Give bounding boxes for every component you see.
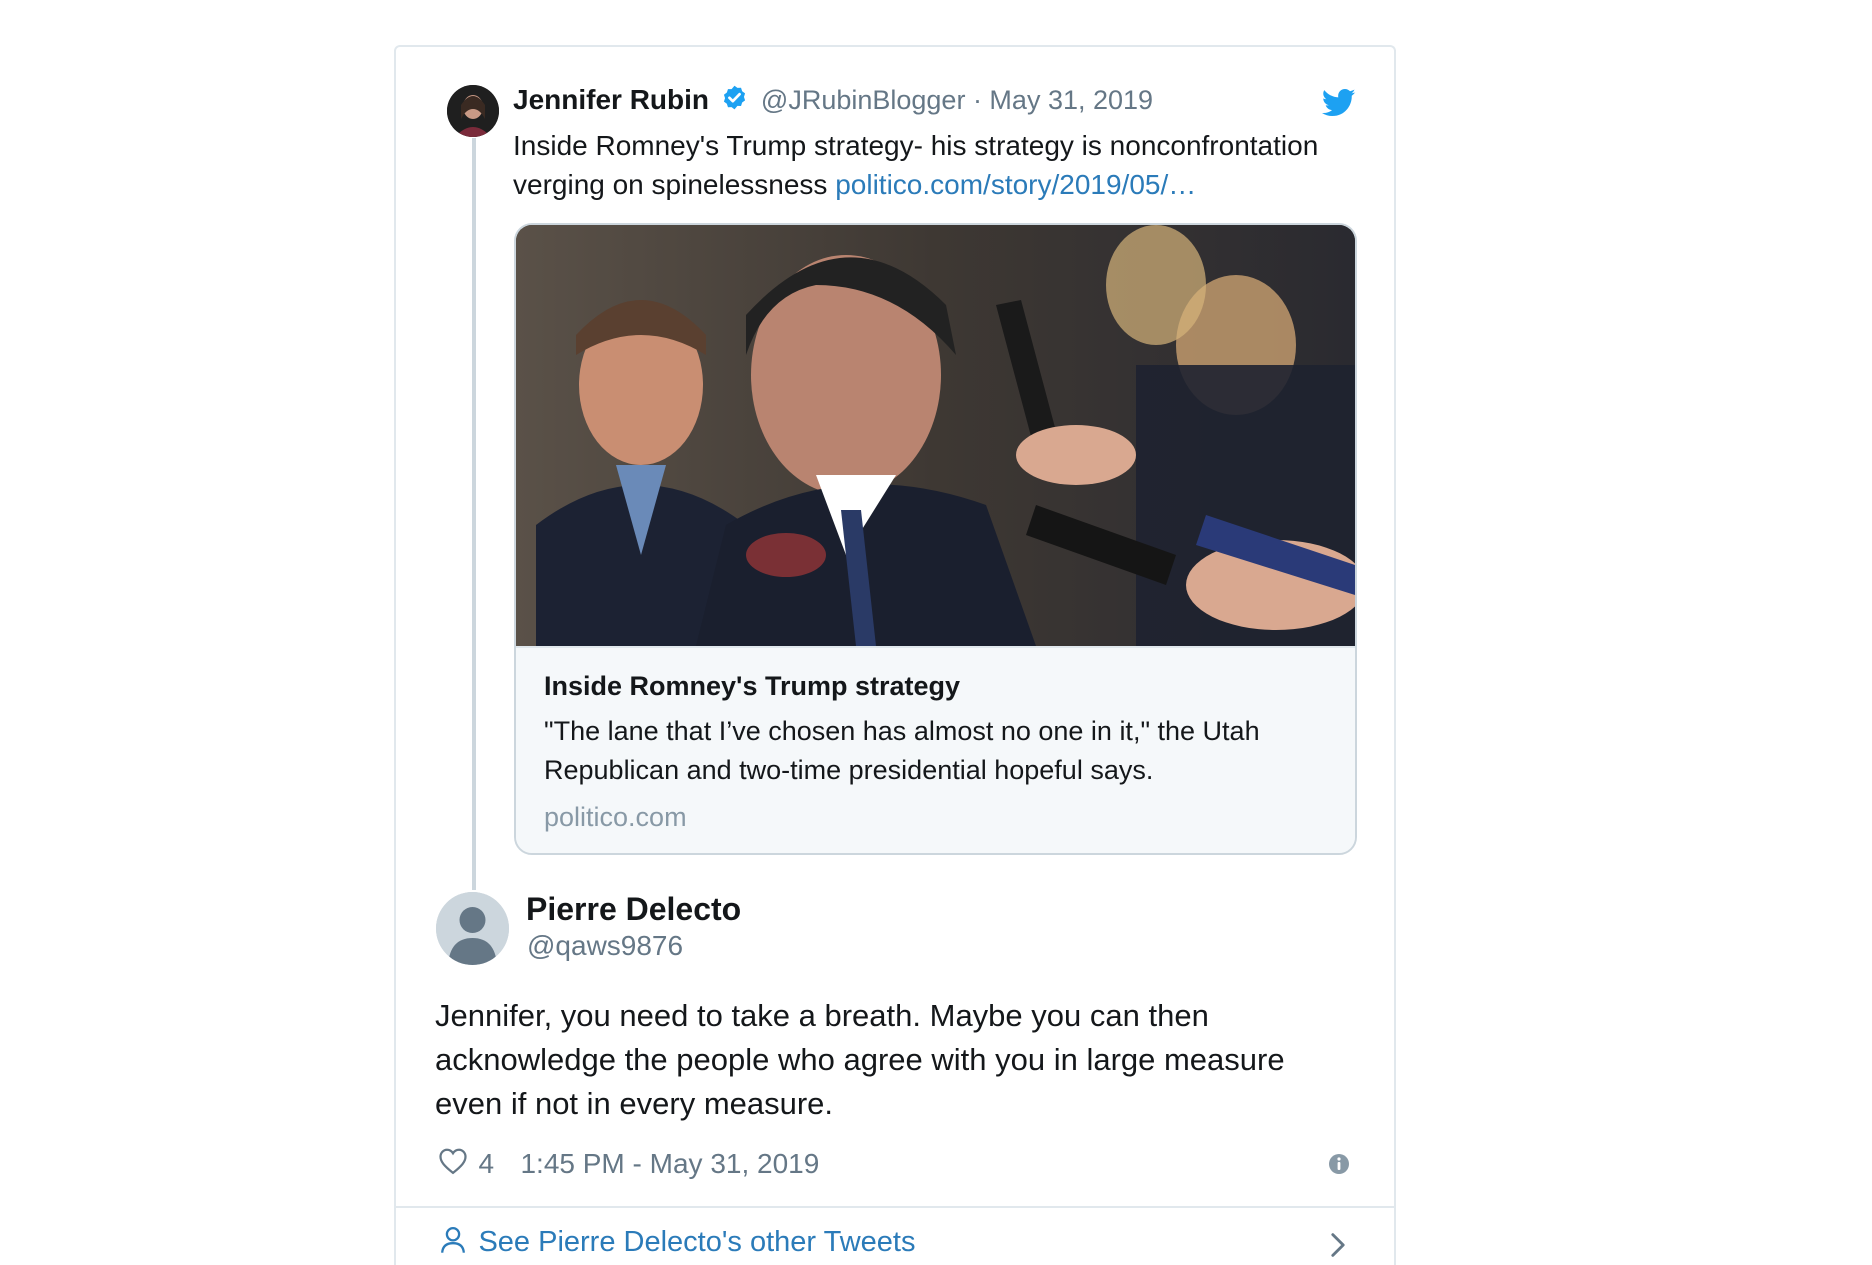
quoted-handle-and-date[interactable]: @JRubinBlogger · May 31, 2019 <box>761 85 1153 115</box>
reply-tweet-text: Jennifer, you need to take a breath. May… <box>435 998 1285 1121</box>
thread-connector-line <box>472 138 476 890</box>
quoted-author-name[interactable]: Jennifer Rubin <box>513 84 709 115</box>
heart-icon[interactable] <box>438 1148 472 1179</box>
tweet-timestamp[interactable]: 1:45 PM - May 31, 2019 <box>520 1148 819 1179</box>
reply-author-handle[interactable]: @qaws9876 <box>527 930 683 962</box>
see-other-tweets-label[interactable]: See Pierre Delecto's other Tweets <box>478 1226 915 1258</box>
reply-author-name[interactable]: Pierre Delecto <box>526 891 741 928</box>
tweet-meta-row: 4 1:45 PM - May 31, 2019 <box>438 1147 819 1181</box>
reply-author-avatar[interactable] <box>436 892 509 965</box>
twitter-bird-icon[interactable] <box>1321 88 1356 123</box>
footer-divider <box>396 1206 1394 1208</box>
quoted-author-avatar[interactable] <box>447 85 499 137</box>
link-preview-image[interactable] <box>516 225 1355 646</box>
person-icon <box>440 1227 470 1258</box>
verified-badge-icon <box>721 84 748 116</box>
quoted-tweet-link[interactable]: politico.com/story/2019/05/… <box>835 169 1196 200</box>
link-preview-text[interactable]: Inside Romney's Trump strategy "The lane… <box>516 646 1355 853</box>
info-icon[interactable] <box>1328 1153 1350 1180</box>
quoted-tweet-text: Inside Romney's Trump strategy- his stra… <box>513 126 1343 204</box>
link-preview-description: "The lane that I’ve chosen has almost no… <box>544 716 1260 785</box>
like-count[interactable]: 4 <box>478 1148 494 1179</box>
link-preview-domain: politico.com <box>544 802 687 832</box>
link-preview-title: Inside Romney's Trump strategy <box>544 671 961 701</box>
quoted-tweet-header: Jennifer Rubin @JRubinBlogger · May 31, … <box>513 84 1153 124</box>
link-preview-card[interactable]: Inside Romney's Trump strategy "The lane… <box>514 223 1357 855</box>
see-other-tweets-link[interactable]: See Pierre Delecto's other Tweets <box>440 1226 915 1260</box>
